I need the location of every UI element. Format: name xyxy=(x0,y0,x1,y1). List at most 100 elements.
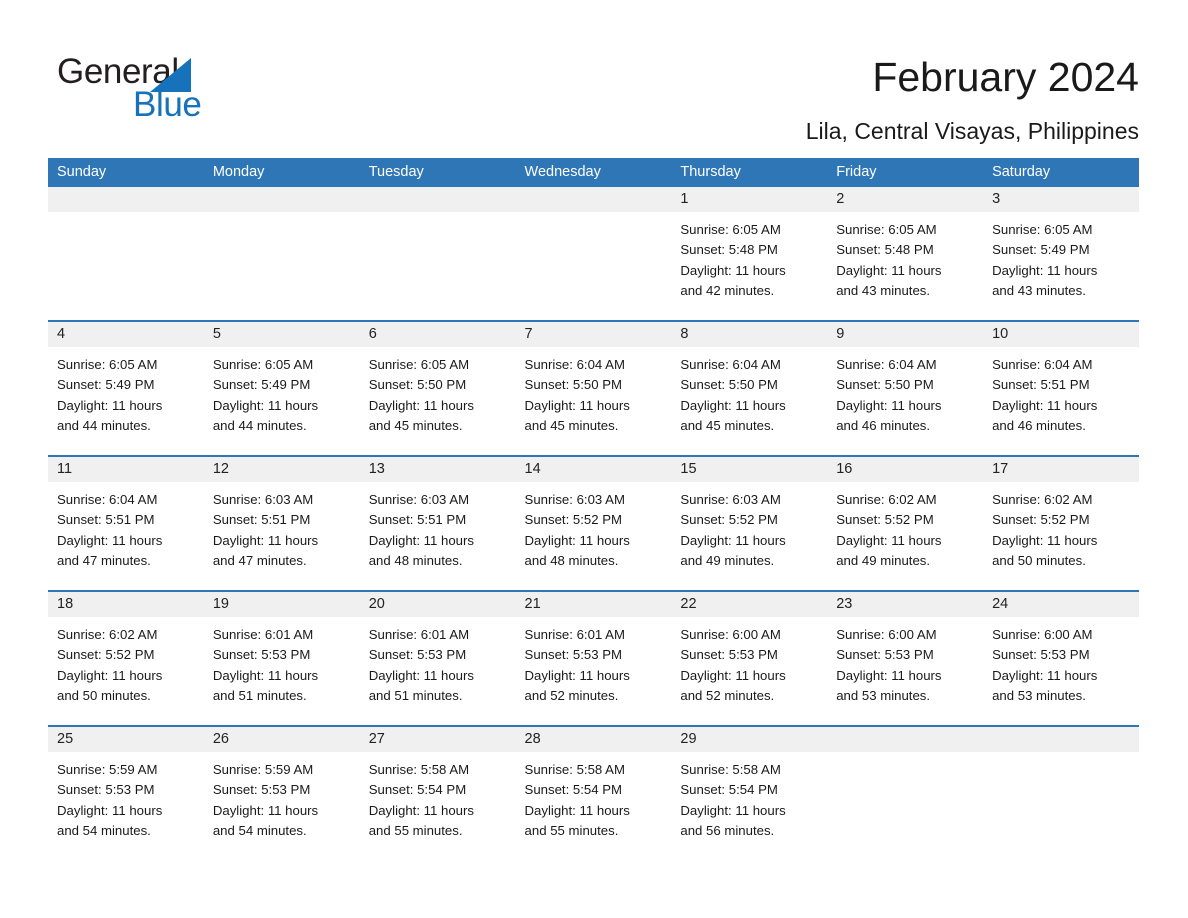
daylight-text-line1: Daylight: 11 hours xyxy=(992,667,1098,683)
day-number: 4 xyxy=(48,322,204,347)
day-number: 15 xyxy=(671,457,828,482)
day-cell[interactable]: 12 Sunrise: 6:03 AM Sunset: 5:51 PM Dayl… xyxy=(203,457,360,590)
day-number: 24 xyxy=(983,592,1139,617)
sunrise-text: Sunrise: 6:04 AM xyxy=(680,357,781,372)
daylight-text-line2: and 45 minutes. xyxy=(680,417,775,433)
daylight-text-line2: and 43 minutes. xyxy=(992,282,1086,298)
day-cell[interactable]: 22 Sunrise: 6:00 AM Sunset: 5:53 PM Dayl… xyxy=(671,592,828,725)
sunset-text: Sunset: 5:52 PM xyxy=(836,512,934,528)
day-cell[interactable]: 10 Sunrise: 6:04 AM Sunset: 5:51 PM Dayl… xyxy=(983,322,1139,455)
sunset-text: Sunset: 5:50 PM xyxy=(368,377,467,393)
day-details: Sunrise: 6:05 AM Sunset: 5:48 PM Dayligh… xyxy=(827,212,983,301)
day-details: Sunrise: 6:03 AM Sunset: 5:52 PM Dayligh… xyxy=(671,482,827,571)
day-cell[interactable] xyxy=(203,187,360,320)
sunset-text: Sunset: 5:54 PM xyxy=(368,782,467,798)
day-cell[interactable]: 2 Sunrise: 6:05 AM Sunset: 5:48 PM Dayli… xyxy=(827,187,984,320)
calendar-header-row: Sunday Monday Tuesday Wednesday Thursday… xyxy=(48,158,1139,187)
day-number: 29 xyxy=(671,727,828,752)
daylight-text-line2: and 51 minutes. xyxy=(212,687,307,703)
sunrise-text: Sunrise: 5:58 AM xyxy=(368,762,470,777)
daylight-text-line1: Daylight: 11 hours xyxy=(524,532,630,548)
day-number xyxy=(983,727,1139,752)
daylight-text-line2: and 52 minutes. xyxy=(524,687,619,703)
daylight-text-line2: and 46 minutes. xyxy=(992,417,1086,433)
day-number: 11 xyxy=(48,457,204,482)
day-cell[interactable]: 20 Sunrise: 6:01 AM Sunset: 5:53 PM Dayl… xyxy=(359,592,516,725)
day-cell[interactable] xyxy=(515,187,672,320)
day-details: Sunrise: 6:03 AM Sunset: 5:51 PM Dayligh… xyxy=(204,482,360,571)
day-cell[interactable]: 16 Sunrise: 6:02 AM Sunset: 5:52 PM Dayl… xyxy=(827,457,984,590)
day-cell[interactable]: 19 Sunrise: 6:01 AM Sunset: 5:53 PM Dayl… xyxy=(203,592,360,725)
sunset-text: Sunset: 5:53 PM xyxy=(836,647,934,663)
sunrise-text: Sunrise: 6:05 AM xyxy=(992,222,1093,237)
sunrise-text: Sunrise: 5:58 AM xyxy=(524,762,625,777)
sunrise-text: Sunrise: 5:58 AM xyxy=(680,762,781,777)
sunset-text: Sunset: 5:52 PM xyxy=(680,512,778,528)
day-cell[interactable]: 8 Sunrise: 6:04 AM Sunset: 5:50 PM Dayli… xyxy=(671,322,828,455)
sunrise-text: Sunrise: 6:00 AM xyxy=(680,627,781,642)
day-cell[interactable]: 11 Sunrise: 6:04 AM Sunset: 5:51 PM Dayl… xyxy=(48,457,204,590)
day-cell[interactable] xyxy=(48,187,204,320)
day-cell[interactable]: 3 Sunrise: 6:05 AM Sunset: 5:49 PM Dayli… xyxy=(983,187,1139,320)
day-cell[interactable] xyxy=(827,727,984,858)
daylight-text-line2: and 44 minutes. xyxy=(57,417,151,433)
day-cell[interactable]: 29 Sunrise: 5:58 AM Sunset: 5:54 PM Dayl… xyxy=(671,727,828,858)
daylight-text-line1: Daylight: 11 hours xyxy=(680,802,786,818)
sunrise-text: Sunrise: 5:59 AM xyxy=(212,762,314,777)
sunrise-text: Sunrise: 6:04 AM xyxy=(836,357,937,372)
day-cell[interactable]: 26 Sunrise: 5:59 AM Sunset: 5:53 PM Dayl… xyxy=(203,727,360,858)
sunrise-text: Sunrise: 6:01 AM xyxy=(212,627,314,642)
day-details: Sunrise: 6:00 AM Sunset: 5:53 PM Dayligh… xyxy=(827,617,983,706)
day-cell[interactable] xyxy=(983,727,1139,858)
daylight-text-line1: Daylight: 11 hours xyxy=(836,262,942,278)
day-cell[interactable]: 4 Sunrise: 6:05 AM Sunset: 5:49 PM Dayli… xyxy=(48,322,204,455)
day-number: 20 xyxy=(359,592,516,617)
day-details: Sunrise: 5:59 AM Sunset: 5:53 PM Dayligh… xyxy=(48,752,204,841)
day-cell[interactable]: 24 Sunrise: 6:00 AM Sunset: 5:53 PM Dayl… xyxy=(983,592,1139,725)
generalblue-logo[interactable]: General Blue xyxy=(57,52,317,127)
day-details: Sunrise: 6:04 AM Sunset: 5:51 PM Dayligh… xyxy=(983,347,1139,436)
daylight-text-line1: Daylight: 11 hours xyxy=(680,397,786,413)
day-cell[interactable]: 14 Sunrise: 6:03 AM Sunset: 5:52 PM Dayl… xyxy=(515,457,672,590)
day-cell[interactable]: 28 Sunrise: 5:58 AM Sunset: 5:54 PM Dayl… xyxy=(515,727,672,858)
daylight-text-line1: Daylight: 11 hours xyxy=(212,532,319,548)
daylight-text-line2: and 48 minutes. xyxy=(368,552,463,568)
day-cell[interactable]: 9 Sunrise: 6:04 AM Sunset: 5:50 PM Dayli… xyxy=(827,322,984,455)
sunset-text: Sunset: 5:52 PM xyxy=(57,647,155,663)
daylight-text-line1: Daylight: 11 hours xyxy=(836,532,942,548)
sunset-text: Sunset: 5:53 PM xyxy=(680,647,778,663)
day-cell[interactable]: 21 Sunrise: 6:01 AM Sunset: 5:53 PM Dayl… xyxy=(515,592,672,725)
day-cell[interactable]: 27 Sunrise: 5:58 AM Sunset: 5:54 PM Dayl… xyxy=(359,727,516,858)
day-details: Sunrise: 5:58 AM Sunset: 5:54 PM Dayligh… xyxy=(516,752,672,841)
daylight-text-line1: Daylight: 11 hours xyxy=(57,667,163,683)
day-cell[interactable]: 5 Sunrise: 6:05 AM Sunset: 5:49 PM Dayli… xyxy=(203,322,360,455)
day-number xyxy=(515,187,672,212)
calendar-page: General Blue February 2024 Lila, Central… xyxy=(0,0,1188,918)
daylight-text-line1: Daylight: 11 hours xyxy=(524,802,630,818)
day-number: 19 xyxy=(203,592,360,617)
calendar-week-row: 25 Sunrise: 5:59 AM Sunset: 5:53 PM Dayl… xyxy=(48,725,1139,858)
day-cell[interactable]: 1 Sunrise: 6:05 AM Sunset: 5:48 PM Dayli… xyxy=(671,187,828,320)
day-cell[interactable]: 23 Sunrise: 6:00 AM Sunset: 5:53 PM Dayl… xyxy=(827,592,984,725)
daylight-text-line1: Daylight: 11 hours xyxy=(836,667,942,683)
sunset-text: Sunset: 5:51 PM xyxy=(57,512,155,528)
sunrise-text: Sunrise: 6:00 AM xyxy=(992,627,1093,642)
day-number: 14 xyxy=(515,457,672,482)
sunset-text: Sunset: 5:54 PM xyxy=(524,782,623,798)
day-cell[interactable]: 25 Sunrise: 5:59 AM Sunset: 5:53 PM Dayl… xyxy=(48,727,204,858)
day-number: 2 xyxy=(827,187,984,212)
sunrise-text: Sunrise: 6:03 AM xyxy=(212,492,314,507)
day-cell[interactable]: 18 Sunrise: 6:02 AM Sunset: 5:52 PM Dayl… xyxy=(48,592,204,725)
sunset-text: Sunset: 5:53 PM xyxy=(524,647,623,663)
day-cell[interactable]: 15 Sunrise: 6:03 AM Sunset: 5:52 PM Dayl… xyxy=(671,457,828,590)
day-cell[interactable]: 13 Sunrise: 6:03 AM Sunset: 5:51 PM Dayl… xyxy=(359,457,516,590)
day-details: Sunrise: 6:01 AM Sunset: 5:53 PM Dayligh… xyxy=(516,617,672,706)
day-details: Sunrise: 6:05 AM Sunset: 5:48 PM Dayligh… xyxy=(671,212,827,301)
day-details: Sunrise: 6:05 AM Sunset: 5:49 PM Dayligh… xyxy=(48,347,204,436)
calendar-week-row: 11 Sunrise: 6:04 AM Sunset: 5:51 PM Dayl… xyxy=(48,455,1139,590)
day-cell[interactable]: 17 Sunrise: 6:02 AM Sunset: 5:52 PM Dayl… xyxy=(983,457,1139,590)
day-cell[interactable] xyxy=(359,187,516,320)
day-cell[interactable]: 7 Sunrise: 6:04 AM Sunset: 5:50 PM Dayli… xyxy=(515,322,672,455)
day-cell[interactable]: 6 Sunrise: 6:05 AM Sunset: 5:50 PM Dayli… xyxy=(359,322,516,455)
sunset-text: Sunset: 5:51 PM xyxy=(368,512,467,528)
